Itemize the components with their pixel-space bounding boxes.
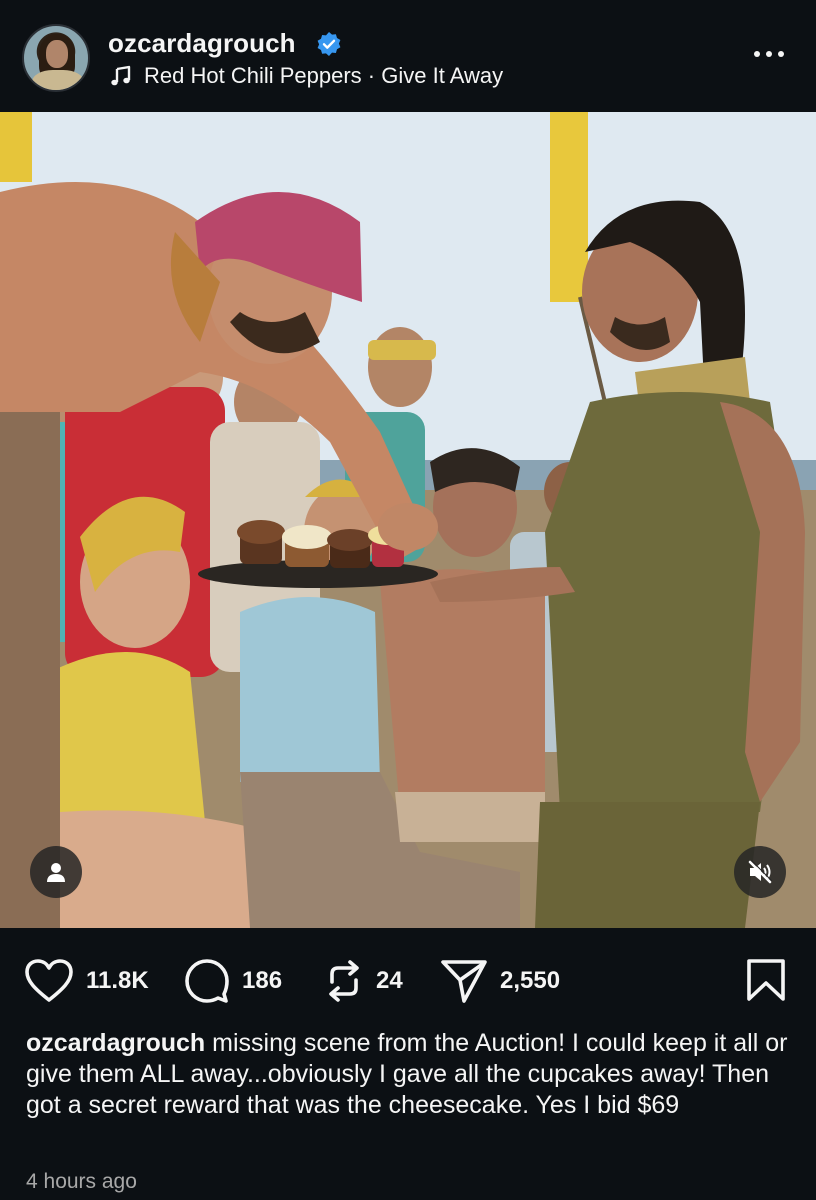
share-count: 2,550 (500, 967, 561, 994)
repost-icon (329, 960, 359, 1002)
comment-action[interactable]: 186 (184, 958, 282, 1004)
post-caption: ozcardagrouch missing scene from the Auc… (26, 1028, 796, 1121)
mute-icon (748, 860, 772, 884)
audio-label[interactable]: Red Hot Chili Peppers · Give It Away (144, 63, 503, 89)
post-photo (0, 112, 816, 928)
repost-count: 24 (376, 967, 403, 994)
avatar-body (32, 70, 84, 90)
comment-count: 186 (242, 967, 283, 994)
audio-artist: Red Hot Chili Peppers (144, 63, 362, 88)
caption-username[interactable]: ozcardagrouch (26, 1029, 205, 1057)
comment-icon (185, 959, 229, 1003)
heart-icon (25, 959, 73, 1002)
avatar[interactable] (22, 24, 90, 92)
more-dot (754, 51, 760, 57)
more-options-icon[interactable] (748, 42, 790, 66)
user-tag-icon (47, 863, 65, 882)
post-media[interactable] (0, 112, 816, 928)
post-timestamp: 4 hours ago (26, 1170, 137, 1193)
bookmark-icon[interactable] (746, 958, 786, 1002)
more-dot (778, 51, 784, 57)
more-dot (766, 51, 772, 57)
share-icon (441, 960, 487, 1003)
post-header: ozcardagrouch Red Hot Chili Peppers · Gi… (0, 0, 816, 112)
like-action[interactable]: 11.8K (24, 958, 149, 1004)
action-bar: 11.8K 186 24 2,550 (0, 928, 816, 1028)
audio-separator: · (367, 63, 376, 88)
like-count: 11.8K (86, 967, 149, 994)
user-tag-button[interactable] (30, 846, 82, 898)
share-action[interactable]: 2,550 (440, 958, 560, 1004)
repost-action[interactable]: 24 (324, 958, 403, 1004)
verified-badge-icon (317, 32, 341, 56)
audio-track: Give It Away (381, 63, 504, 88)
avatar-face (46, 40, 68, 68)
music-note-icon (111, 65, 131, 86)
post-username[interactable]: ozcardagrouch (108, 28, 296, 59)
mute-button[interactable] (734, 846, 786, 898)
